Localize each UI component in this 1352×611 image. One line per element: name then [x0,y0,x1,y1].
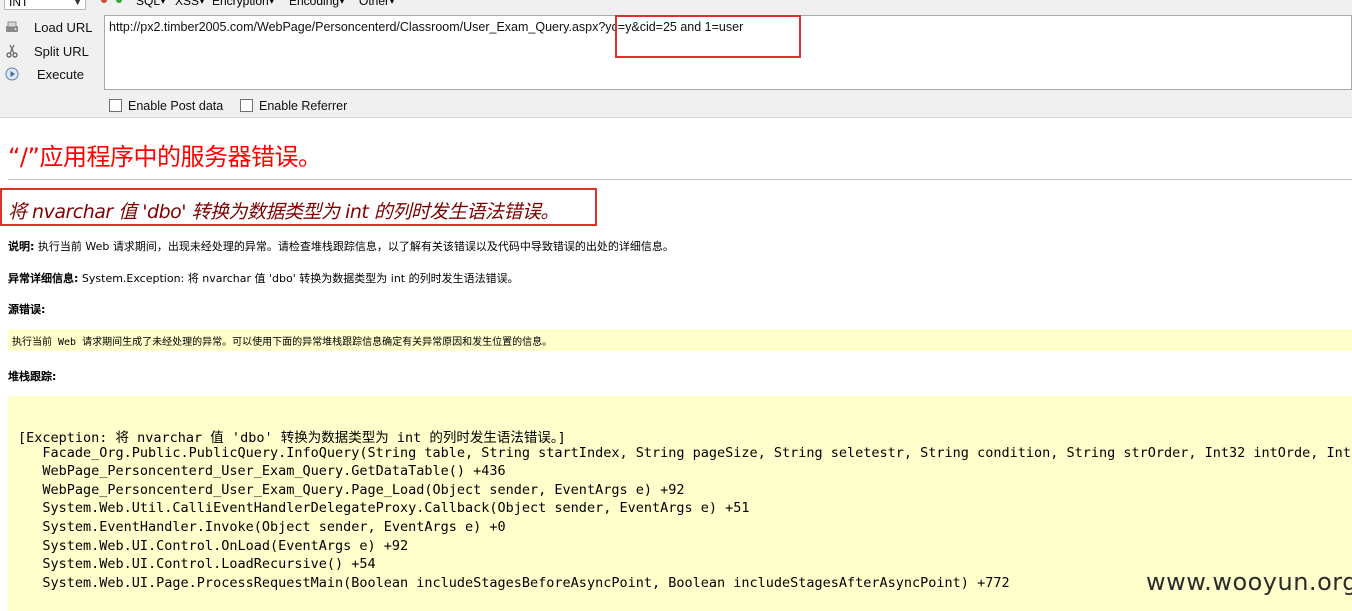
menu-sql-label: SQL [136,0,161,8]
caret-icon: ▾ [269,0,274,6]
stack-line: WebPage_Personcenterd_User_Exam_Query.Ge… [18,463,506,479]
decrease-icon[interactable] [101,0,107,3]
execute-label: Execute [37,67,84,82]
stack-line: WebPage_Personcenterd_User_Exam_Query.Pa… [18,482,685,498]
stack-trace-heading: 堆栈跟踪: [8,368,56,384]
caret-icon: ▾ [390,0,395,6]
stack-line: Facade_Org.Public.PublicQuery.InfoQuery(… [18,445,1352,461]
description-paragraph: 说明: 执行当前 Web 请求期间，出现未经处理的异常。请检查堆栈跟踪信息，以了… [8,238,674,254]
menu-encryption-label: Encryption [212,0,269,8]
split-url-button[interactable]: Split URL [0,42,100,62]
caret-icon: ▾ [161,0,166,6]
increase-icon[interactable] [116,0,122,3]
split-url-label: Split URL [34,44,89,59]
divider [8,179,1352,180]
menu-other[interactable]: Other▾ [359,0,394,9]
source-error-label: 源错误: [8,303,46,316]
enable-referrer-checkbox[interactable]: Enable Referrer [240,97,347,113]
menu-encoding[interactable]: Encoding▾ [289,0,344,9]
encoding-select-value: INT [9,0,29,9]
exception-text: System.Exception: 将 nvarchar 值 'dbo' 转换为… [78,272,519,285]
exception-paragraph: 异常详细信息: System.Exception: 将 nvarchar 值 '… [8,270,519,286]
load-url-icon [6,21,18,32]
execute-button[interactable]: Execute [0,65,100,85]
checkbox-icon [109,99,122,112]
stack-line: System.Web.Util.CalliEventHandlerDelegat… [18,500,750,516]
stack-line: System.Web.UI.Page.ProcessRequestMain(Bo… [18,575,1010,591]
stack-line: System.Web.UI.Control.OnLoad(EventArgs e… [18,538,409,554]
menu-other-label: Other [359,0,390,8]
browser-viewport: INT ▼ SQL▾ XSS▾ Encryption▾ Encoding▾ Ot… [0,0,1352,611]
encoding-select[interactable]: INT ▼ [4,0,86,10]
watermark: www.wooyun.org [1146,568,1352,596]
stack-line: [Exception: 将 nvarchar 值 'dbo' 转换为数据类型为 … [18,430,566,446]
enable-post-label: Enable Post data [128,99,224,113]
enable-referrer-label: Enable Referrer [259,99,348,113]
menu-sql[interactable]: SQL▾ [136,0,165,9]
menu-encoding-label: Encoding [289,0,340,8]
hackbar-panel: INT ▼ SQL▾ XSS▾ Encryption▾ Encoding▾ Ot… [0,0,1352,118]
source-error-box: 执行当前 Web 请求期间生成了未经处理的异常。可以使用下面的异常堆栈跟踪信息确… [8,329,1352,351]
menu-xss[interactable]: XSS▾ [175,0,204,9]
stack-line: System.EventHandler.Invoke(Object sender… [18,519,506,535]
source-error-text: 执行当前 Web 请求期间生成了未经处理的异常。可以使用下面的异常堆栈跟踪信息确… [12,337,553,348]
scissors-icon [6,44,18,58]
enable-post-checkbox[interactable]: Enable Post data [109,97,223,113]
source-error-heading: 源错误: [8,301,45,317]
description-label: 说明: [8,240,35,253]
error-highlight-box [0,188,597,226]
stack-trace-label: 堆栈跟踪: [8,370,57,383]
menu-xss-label: XSS [175,0,200,8]
load-url-label: Load URL [34,20,93,35]
play-icon [5,67,19,81]
error-title: “/”应用程序中的服务器错误。 [8,143,322,171]
caret-icon: ▾ [340,0,345,6]
checkbox-icon [240,99,253,112]
exception-label: 异常详细信息: [8,272,79,285]
chevron-down-icon: ▼ [73,0,82,7]
stack-line: System.Web.UI.Control.LoadRecursive() +5… [18,556,376,572]
injection-highlight-box [615,15,801,58]
menu-encryption[interactable]: Encryption▾ [212,0,274,9]
caret-icon: ▾ [200,0,205,6]
description-text: 执行当前 Web 请求期间，出现未经处理的异常。请检查堆栈跟踪信息，以了解有关该… [34,240,674,253]
load-url-button[interactable]: Load URL [0,18,100,38]
